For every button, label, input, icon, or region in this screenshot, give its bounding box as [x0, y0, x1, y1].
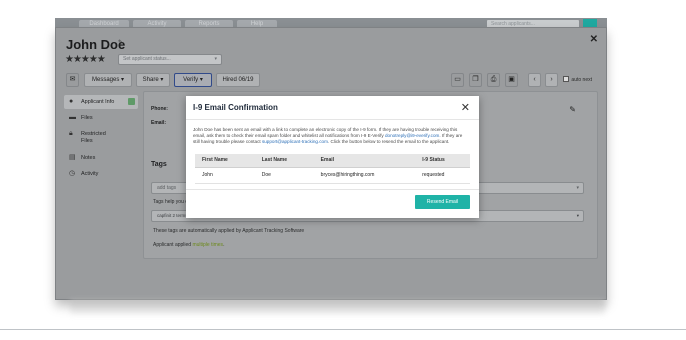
table-cell: requested [415, 167, 470, 184]
sidebar-item-files[interactable]: ▬ Files [64, 111, 138, 125]
tags-heading: Tags [151, 161, 167, 168]
table-row: John Doe bryces@hiringthing.com requeste… [195, 167, 470, 184]
hired-badge[interactable]: Hired 06/19 [216, 73, 260, 87]
chevron-down-icon: ▾ [576, 185, 579, 191]
sidebar-item-activity[interactable]: ◷ Activity [64, 167, 138, 181]
auto-next-toggle[interactable]: auto next [563, 76, 592, 83]
table-cell: bryces@hiringthing.com [313, 167, 416, 184]
resend-email-button[interactable]: Resend Email [415, 195, 470, 209]
modal-title: I-9 Email Confirmation [193, 103, 278, 112]
email-icon-button[interactable]: ✉ [66, 73, 79, 87]
column-header: I-9 Status [415, 154, 470, 168]
support-email-link[interactable]: support@applicant-tracking.com [262, 139, 328, 144]
share-button[interactable]: Share ▾ [136, 73, 170, 87]
chevron-down-icon: ▾ [576, 213, 579, 218]
sidebar-item-label: Notes [81, 155, 96, 161]
close-icon[interactable]: ✕ [461, 101, 470, 114]
divider [0, 329, 686, 330]
applied-prefix: Applicant applied [153, 242, 193, 248]
applicant-name: John Doe [66, 37, 126, 52]
divider [186, 189, 479, 190]
applicant-sidebar: ● Applicant Info ▬ Files 🔒︎ Restricted F… [64, 95, 138, 183]
close-icon[interactable]: ✕ [590, 34, 598, 45]
divider [186, 119, 479, 120]
chevron-down-icon: ▾ [214, 56, 217, 62]
applicant-status-select[interactable]: Set applicant status... ▾ [118, 54, 222, 65]
status-placeholder: Set applicant status... [123, 56, 171, 62]
table-header-row: First Name Last Name Email I-9 Status [195, 154, 470, 168]
applied-note: Applicant applied multiple times. [153, 242, 224, 248]
rating-stars[interactable]: ★★★★★ [65, 54, 106, 65]
print-icon[interactable]: ⎙ [487, 73, 500, 87]
i9-confirmation-modal: I-9 Email Confirmation ✕ John Doe has be… [186, 96, 479, 218]
archive-icon[interactable]: ▣ [505, 73, 518, 87]
column-header: First Name [195, 154, 255, 168]
activity-icon: ◷ [69, 170, 76, 177]
auto-next-label: auto next [571, 77, 592, 83]
email-label: Email: [151, 120, 167, 126]
pencil-icon[interactable]: ✎ [569, 105, 576, 114]
check-icon [128, 98, 135, 105]
message-text: . Click the button below to resend the e… [327, 139, 450, 145]
user-icon: ● [69, 98, 74, 105]
sidebar-item-label: Activity [81, 171, 99, 177]
previous-applicant-button[interactable]: ‹ [528, 73, 541, 87]
sidebar-item-label: Restricted [81, 131, 106, 137]
table-cell: John [195, 167, 255, 184]
applicant-table: First Name Last Name Email I-9 Status Jo… [195, 154, 470, 184]
modal-message: John Doe has been sent an email with a l… [193, 127, 469, 146]
copy-icon[interactable]: ❐ [469, 73, 482, 87]
sidebar-item-restricted-files[interactable]: 🔒︎ Restricted Files [64, 127, 138, 149]
phone-label: Phone: [151, 106, 168, 112]
column-header: Last Name [254, 154, 314, 168]
sidebar-item-notes[interactable]: ▤ Notes [64, 151, 138, 165]
folder-icon: ▬ [69, 114, 76, 121]
edit-name-icon[interactable]: ✎ [118, 39, 123, 46]
sidebar-item-label-2: Files [81, 138, 93, 144]
sidebar-item-label: Applicant Info [81, 99, 115, 105]
column-header: Email [313, 154, 416, 168]
applied-suffix: . [223, 242, 225, 248]
inbox-icon[interactable]: ▭ [451, 73, 464, 87]
screenshot-stage: Dashboard Activity Reports Help Search a… [0, 0, 686, 340]
notes-icon: ▤ [69, 154, 76, 161]
window-shadow [70, 300, 605, 314]
auto-next-checkbox[interactable] [563, 76, 570, 82]
table-cell: Doe [254, 167, 314, 184]
sidebar-item-applicant-info[interactable]: ● Applicant Info [64, 95, 138, 109]
sidebar-item-label: Files [81, 115, 93, 121]
add-tags-placeholder: add tags [157, 185, 177, 191]
auto-tags-note: These tags are automatically applied by … [153, 228, 305, 234]
tags-help-text: Tags help you o [153, 199, 189, 205]
verify-button[interactable]: Verify ▾ [174, 73, 212, 87]
lock-icon: 🔒︎ [69, 130, 73, 137]
everify-email-link[interactable]: donotreply@i9-everify.com [385, 133, 439, 138]
messages-button[interactable]: Messages ▾ [84, 73, 132, 87]
multiple-times-link[interactable]: multiple times [192, 242, 223, 248]
next-applicant-button[interactable]: › [545, 73, 558, 87]
